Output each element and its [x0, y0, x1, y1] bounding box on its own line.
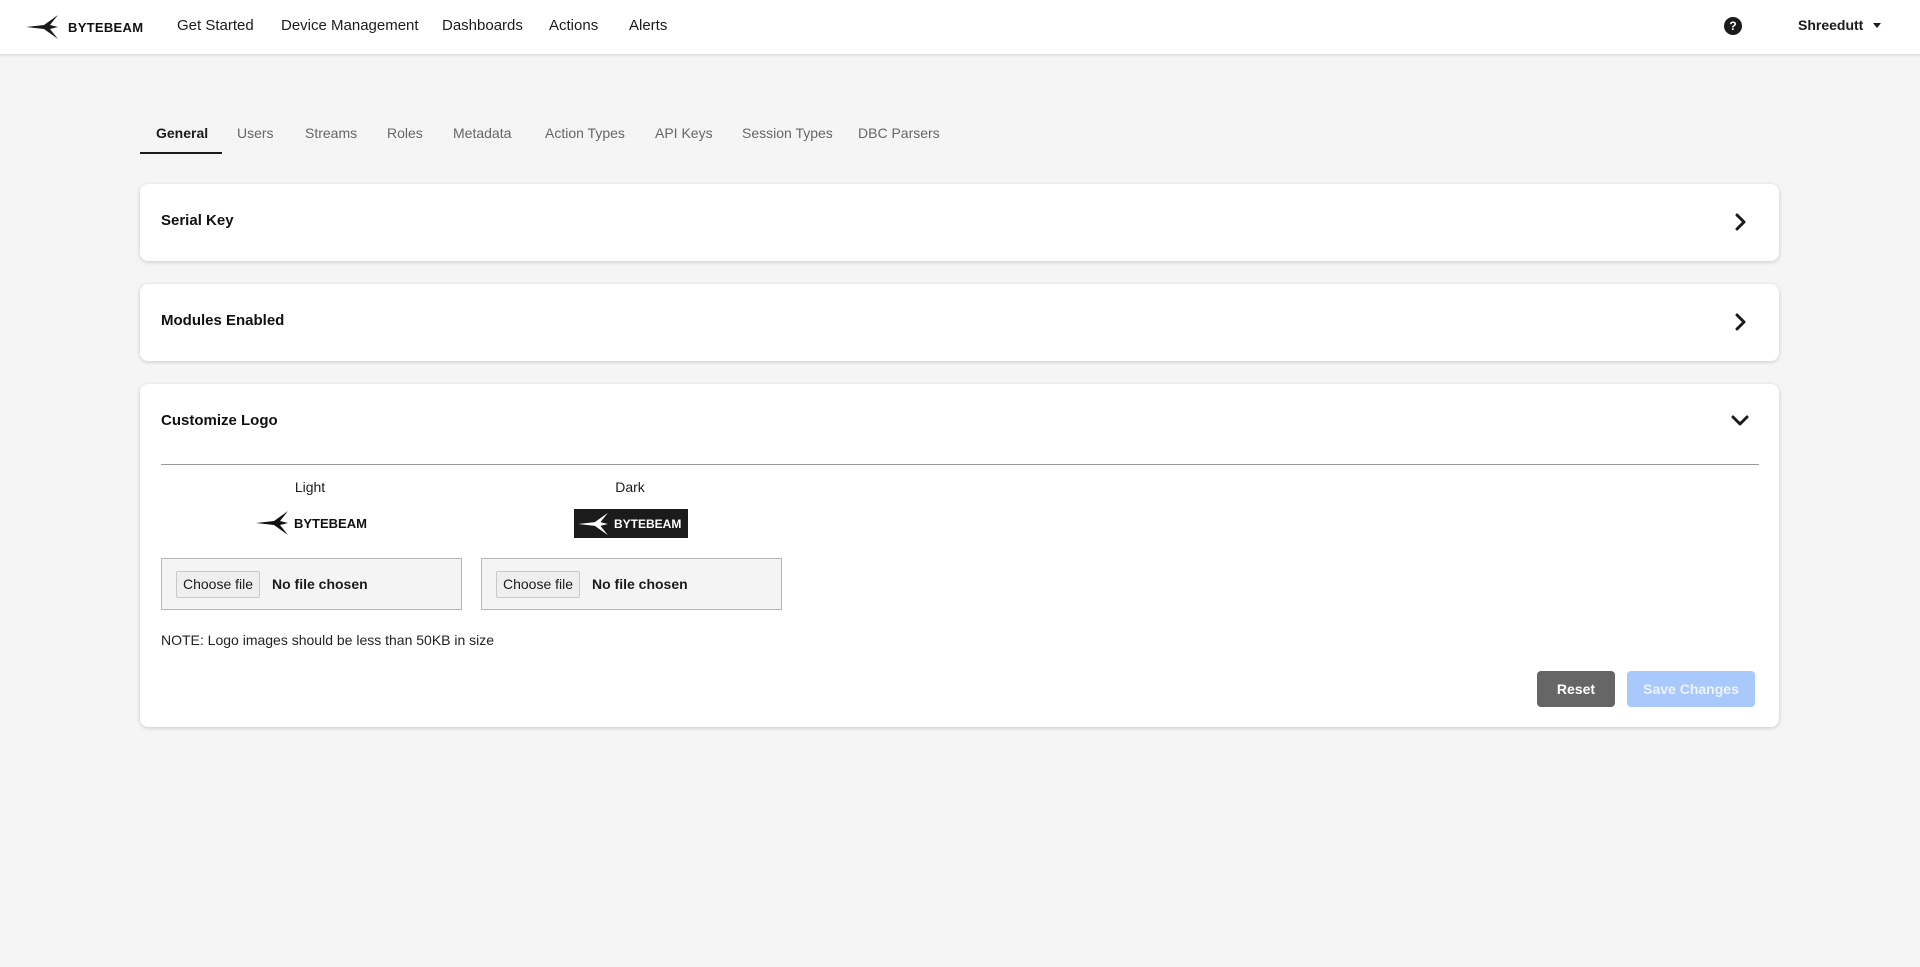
nav-device-management[interactable]: Device Management [281, 17, 419, 34]
tab-action-types[interactable]: Action Types [545, 125, 625, 141]
bytebeam-bird-icon [256, 511, 288, 535]
dark-logo-preview: BYTEBEAM [574, 509, 688, 538]
logo-size-note: NOTE: Logo images should be less than 50… [161, 632, 495, 648]
top-navbar: BYTEBEAM Get Started Device Management D… [0, 0, 1920, 54]
tab-metadata[interactable]: Metadata [453, 125, 511, 141]
nav-actions[interactable]: Actions [549, 17, 598, 34]
chevron-right-icon[interactable] [1734, 313, 1748, 331]
tab-api-keys[interactable]: API Keys [655, 125, 713, 141]
light-logo-file-input[interactable]: Choose file No file chosen [161, 558, 462, 610]
dark-file-status: No file chosen [592, 576, 688, 592]
tab-roles[interactable]: Roles [387, 125, 423, 141]
caret-down-icon [1873, 22, 1882, 28]
bytebeam-bird-icon [578, 512, 608, 535]
modules-enabled-title: Modules Enabled [161, 312, 285, 329]
dark-logo-file-input[interactable]: Choose file No file chosen [481, 558, 782, 610]
light-file-status: No file chosen [272, 576, 368, 592]
dark-logo-text: BYTEBEAM [614, 516, 682, 531]
chevron-down-icon[interactable] [1731, 414, 1749, 428]
section-divider [161, 464, 1759, 465]
dark-logo-label: Dark [615, 479, 645, 495]
nav-get-started[interactable]: Get Started [177, 17, 254, 34]
tab-general[interactable]: General [156, 125, 208, 141]
serial-key-section[interactable]: Serial Key [140, 184, 1779, 261]
tab-users[interactable]: Users [237, 125, 274, 141]
serial-key-title: Serial Key [161, 212, 234, 229]
customize-logo-section: Customize Logo Light BYTEBEAM Choose fil… [140, 384, 1779, 727]
user-name: Shreedutt [1798, 17, 1864, 33]
customize-logo-title: Customize Logo [161, 412, 278, 429]
chevron-right-icon[interactable] [1734, 213, 1748, 231]
tab-session-types[interactable]: Session Types [742, 125, 833, 141]
reset-button[interactable]: Reset [1537, 671, 1615, 707]
tab-streams[interactable]: Streams [305, 125, 357, 141]
bytebeam-bird-icon [26, 15, 58, 39]
brand-name: BYTEBEAM [68, 19, 144, 35]
brand-logo[interactable]: BYTEBEAM [24, 12, 143, 42]
light-logo-text: BYTEBEAM [294, 515, 367, 531]
light-logo-label: Light [294, 479, 326, 495]
modules-enabled-section[interactable]: Modules Enabled [140, 284, 1779, 361]
active-tab-indicator [140, 152, 222, 154]
light-choose-file-button[interactable]: Choose file [176, 571, 261, 598]
nav-alerts[interactable]: Alerts [629, 17, 667, 34]
user-menu[interactable]: Shreedutt [1798, 17, 1882, 33]
nav-dashboards[interactable]: Dashboards [442, 17, 523, 34]
tab-dbc-parsers[interactable]: DBC Parsers [858, 125, 940, 141]
save-changes-button[interactable]: Save Changes [1627, 671, 1755, 707]
question-circle-icon[interactable]: ? [1724, 17, 1742, 35]
dark-choose-file-button[interactable]: Choose file [496, 571, 581, 598]
light-logo-preview: BYTEBEAM [254, 508, 372, 538]
